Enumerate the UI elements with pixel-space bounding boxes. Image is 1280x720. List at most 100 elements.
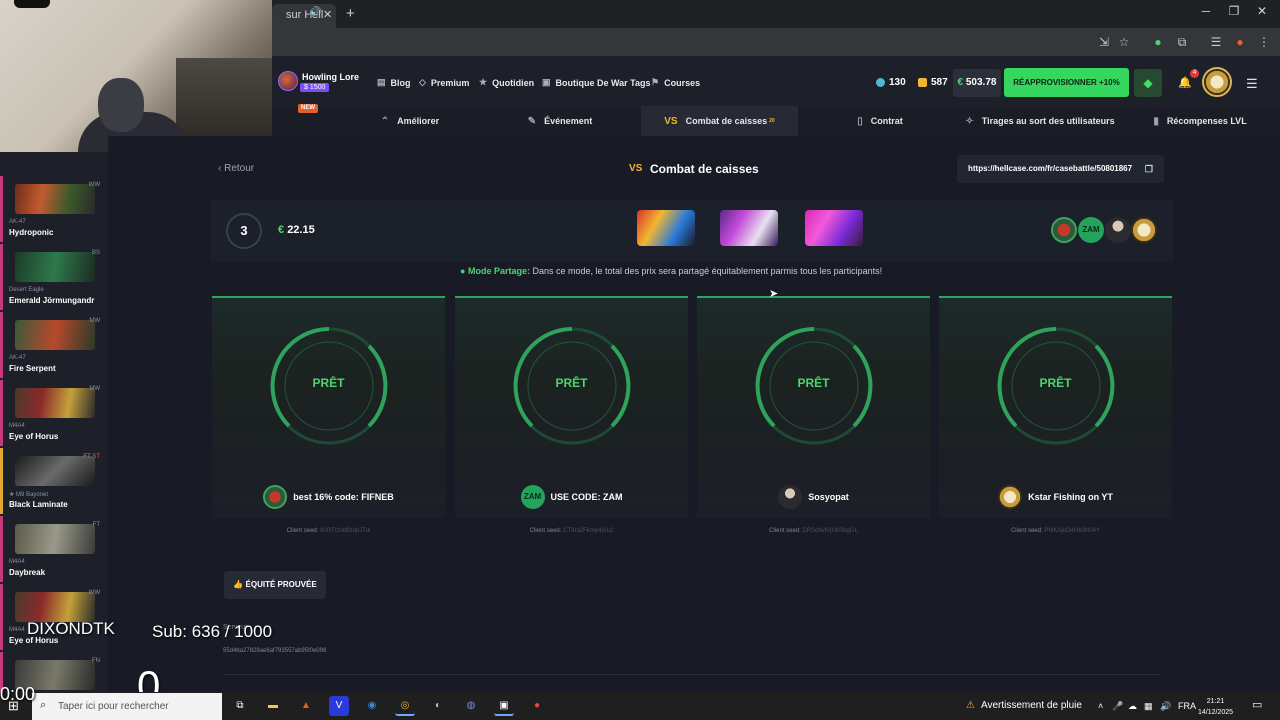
nav-premium[interactable]: ◇ Premium [419,77,469,88]
participant-avatar[interactable] [1051,217,1077,243]
coin-icon [876,78,885,87]
upgrade-icon: ⌃ [380,115,390,127]
taskbar-clock[interactable]: 21:21 14/12/2025 [1198,696,1233,718]
mode-info: ● Mode Partage: Dans ce mode, le total d… [460,266,883,276]
chart-icon: ▮ [1153,115,1159,127]
profile-avatar[interactable] [1202,67,1232,97]
language-indicator[interactable]: FRA [1178,701,1196,711]
vivaldi-icon[interactable]: V [329,696,349,716]
hamburger-menu-icon[interactable]: ☰ [1246,76,1258,92]
drop-item[interactable]: FT M4A4 Daybreak [0,516,108,582]
provably-fair-button[interactable]: 👍 ÉQUITÉ PROUVÉE [224,571,326,599]
new-tab-button[interactable]: + [346,5,355,22]
tab-recompenses[interactable]: ▮ Récompenses LVL [1140,106,1260,136]
webcam-overlay [0,0,272,152]
discord-icon[interactable]: ◍ [461,696,481,716]
case-image[interactable] [805,210,863,246]
task-view-icon[interactable]: ⧉ [230,696,250,716]
case-image[interactable] [720,210,778,246]
player-avatar [778,485,803,509]
nav-blog[interactable]: ▤ Blog [377,77,411,88]
steam-icon[interactable]: ◐ [428,696,448,716]
speaker-icon[interactable]: 🔊 [309,7,321,18]
browser-tab[interactable]: sur Hell 🔊 ✕ [272,4,336,28]
install-icon[interactable]: ⇲ [1096,34,1112,50]
file-explorer-icon[interactable]: ▬ [263,696,283,716]
profile-icon[interactable]: ● [1232,34,1248,50]
close-tab-icon[interactable]: ✕ [323,8,332,21]
player-name[interactable]: ZAM USE CODE: ZAM [455,485,688,509]
participant-avatar[interactable] [1105,217,1131,243]
wallet-balance[interactable]: € 503.78 [953,69,1001,97]
ready-label: PRÊT [1039,376,1072,390]
app-icon[interactable]: ● [527,696,547,716]
weather-widget[interactable]: ⚠ Avertissement de pluie [966,700,1082,711]
new-badge: NEW [298,104,318,113]
page-title: Combat de caisses [650,162,759,176]
gift-button[interactable]: ◆ [1134,69,1162,97]
rounds-count: 3 [226,213,262,249]
extension-shield-icon[interactable]: ● [1150,34,1166,50]
drop-item[interactable]: FT ST ★ M9 Bayonet Black Laminate [0,448,108,514]
tab-ameliorer[interactable]: ⌃ Améliorer [350,106,470,136]
app-icon[interactable]: ◉ [362,696,382,716]
tab-combat-de-caisses[interactable]: VS Combat de caisses 20 [641,106,798,136]
chrome-icon[interactable]: ◎ [395,696,415,716]
nav-courses[interactable]: ⚑ Courses [651,77,700,88]
nav-boutique[interactable]: ▣ Boutique De War Tags [542,77,651,88]
participant-avatar[interactable] [1131,217,1157,243]
ready-label: PRÊT [555,376,588,390]
flag-icon: ⚑ [651,77,660,87]
tab-evenement[interactable]: ✎ Événement [500,106,620,136]
tray-overflow-icon[interactable]: ˄ [1098,701,1103,711]
network-icon[interactable]: ▦ [1144,701,1153,712]
bell-icon[interactable]: 🔔 [1178,76,1192,89]
tab-contrat[interactable]: ▯ Contrat [830,106,930,136]
ticket-icon [918,78,927,87]
copy-icon[interactable]: ❐ [1145,155,1153,183]
contract-icon: ▯ [857,115,863,127]
browser-menu-icon[interactable]: ⋮ [1256,34,1272,50]
drop-item[interactable]: MW M4A4 Eye of Horus [0,380,108,446]
drop-item[interactable]: WW M4A4 Eye of Horus [0,584,108,650]
bookmark-star-icon[interactable]: ☆ [1116,34,1132,50]
skin-image [15,456,95,486]
tab-tirages[interactable]: ✧ Tirages au sort des utilisateurs [960,106,1120,136]
nav-quotidien[interactable]: ★ Quotidien [479,77,534,88]
drop-item[interactable]: BS Desert Eagle Emerald Jörmungandr [0,244,108,310]
player-name[interactable]: Kstar Fishing on YT [939,485,1172,509]
minimize-button[interactable]: ─ [1196,4,1216,18]
player-name[interactable]: best 16% code: FIFNEB [212,485,445,509]
maximize-button[interactable]: ❐ [1224,4,1244,18]
drop-item[interactable]: WW AK-47 Hydroponic [0,176,108,242]
client-seed: Client seed: CT3ra2Fkmp4jVu2 [529,528,614,534]
volume-icon[interactable]: 🔊 [1160,701,1171,712]
client-seed: Client seed: 8nRTrz0d8zq8JTul [286,528,371,534]
case-image[interactable] [637,210,695,246]
close-window-button[interactable]: ✕ [1252,4,1272,18]
user-avatar[interactable] [278,71,298,91]
drop-item[interactable]: MW AK-47 Fire Serpent [0,312,108,378]
taskbar-search[interactable]: ⌕ Taper ici pour rechercher [32,693,222,720]
tickets-balance[interactable]: 587 [918,77,948,88]
player-slot: PRÊT Sosyopat [697,296,930,518]
player-name[interactable]: Sosyopat [697,485,930,509]
extensions-icon[interactable]: ⧉ [1174,34,1190,50]
back-link[interactable]: ‹ Retour [218,163,254,174]
gift-icon: ◆ [1143,76,1153,90]
obs-icon[interactable]: ▣ [494,696,514,716]
username[interactable]: Howling Lore [302,72,359,82]
tag-icon: ▣ [542,77,551,87]
battle-link[interactable]: https://hellcase.com/fr/casebattle/50801… [957,155,1164,183]
refill-button[interactable]: RÉAPPROVISIONNER +10% [1004,68,1129,97]
microphone-icon[interactable]: 🎤 [1112,701,1123,712]
ceiling-lamp [14,0,50,8]
versus-icon: VS [664,115,678,127]
cloud-icon[interactable]: ☁ [1128,701,1137,712]
participant-avatar[interactable]: ZAM [1078,217,1104,243]
reading-list-icon[interactable]: ☰ [1208,34,1224,50]
brave-icon[interactable]: ▲ [296,696,316,716]
coins-balance[interactable]: 130 [876,77,906,88]
notification-center-icon[interactable]: ▭ [1252,698,1262,711]
search-icon: ⌕ [40,699,47,711]
